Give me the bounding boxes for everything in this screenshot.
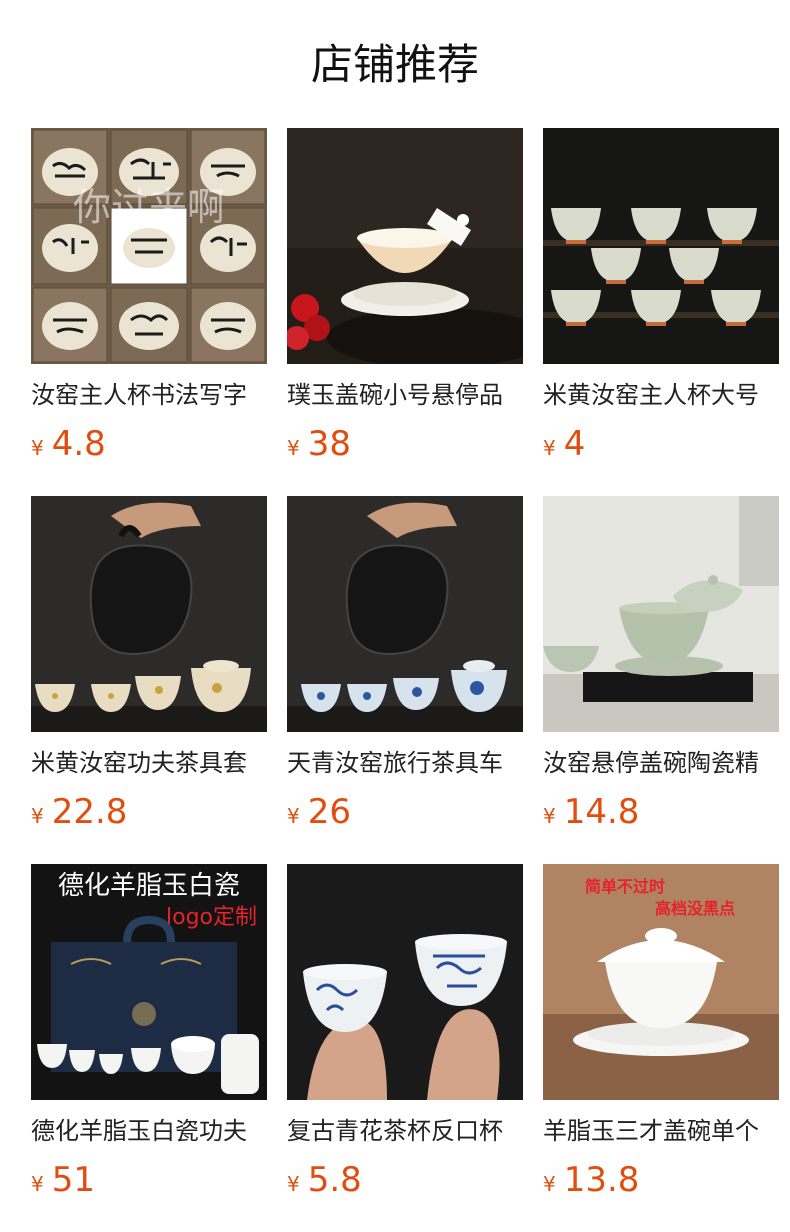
product-image-5[interactable] (287, 496, 523, 732)
promo-title-text: 德化羊脂玉白瓷 (58, 871, 240, 901)
price-symbol: ¥ (31, 436, 44, 460)
product-price-2: ¥38 (287, 422, 523, 466)
product-name-6[interactable]: 汝窑悬停盖碗陶瓷精 (543, 746, 779, 780)
product-card-7[interactable]: 德化羊脂玉白瓷 logo定制 德化羊脂玉白瓷功夫 ¥51 (31, 864, 267, 1202)
product-card-5[interactable]: 天青汝窑旅行茶具车 ¥26 (287, 496, 523, 834)
product-card-9[interactable]: 简单不过时 高档没黑点 羊脂玉三才盖碗单个 ¥13.8 (543, 864, 779, 1202)
price-symbol: ¥ (543, 436, 556, 460)
promo-logo-text: logo定制 (166, 905, 257, 930)
product-name-9[interactable]: 羊脂玉三才盖碗单个 (543, 1114, 779, 1148)
promo-line2-text: 高档没黑点 (655, 899, 735, 918)
price-symbol: ¥ (543, 804, 556, 828)
price-symbol: ¥ (287, 1172, 300, 1196)
shop-recommend-page: 店铺推荐 你过来啊 汝窑主人杯书法写字 ¥ 4.8 璞玉盖碗小号悬停品 ¥ 38… (0, 0, 790, 1232)
product-image-6[interactable] (543, 496, 779, 732)
price-value: 4.8 (51, 424, 106, 464)
product-image-3[interactable] (543, 128, 779, 364)
product-price-8: ¥5.8 (287, 1158, 523, 1202)
product-price-5: ¥26 (287, 790, 523, 834)
product-image-9[interactable]: 简单不过时 高档没黑点 (543, 864, 779, 1100)
product-price-3: ¥4 (543, 422, 779, 466)
product-price-4: ¥22.8 (31, 790, 267, 834)
product-name-4[interactable]: 米黄汝窑功夫茶具套 (31, 746, 267, 780)
product-card-2[interactable]: 璞玉盖碗小号悬停品 ¥38 (287, 128, 523, 466)
price-symbol: ¥ (287, 436, 300, 460)
product-image-2[interactable] (287, 128, 523, 364)
promo-line1-text: 简单不过时 (585, 877, 665, 896)
product-name-8[interactable]: 复古青花茶杯反口杯 (287, 1114, 523, 1148)
product-card-4[interactable]: 米黄汝窑功夫茶具套 ¥22.8 (31, 496, 267, 834)
price-value: 26 (307, 792, 351, 832)
product-price-7: ¥51 (31, 1158, 267, 1202)
price-value: 38 (307, 424, 351, 464)
product-name-2[interactable]: 璞玉盖碗小号悬停品 (287, 378, 523, 412)
product-name-7[interactable]: 德化羊脂玉白瓷功夫 (31, 1114, 267, 1148)
price-value: 51 (51, 1160, 95, 1200)
price-symbol: ¥ (31, 804, 44, 828)
price-value: 22.8 (51, 792, 128, 832)
page-title: 店铺推荐 (310, 40, 479, 89)
product-card-3[interactable]: 米黄汝窑主人杯大号 ¥4 (543, 128, 779, 466)
product-card-8[interactable]: 复古青花茶杯反口杯 ¥5.8 (287, 864, 523, 1202)
price-symbol: ¥ (287, 804, 300, 828)
product-image-8[interactable] (287, 864, 523, 1100)
product-name-5[interactable]: 天青汝窑旅行茶具车 (287, 746, 523, 780)
product-image-4[interactable] (31, 496, 267, 732)
price-symbol: ¥ (543, 1172, 556, 1196)
product-card-6[interactable]: 汝窑悬停盖碗陶瓷精 ¥14.8 (543, 496, 779, 834)
watermark-text: 你过来啊 (73, 185, 225, 229)
product-price-6: ¥14.8 (543, 790, 779, 834)
product-image-1[interactable]: 你过来啊 (31, 128, 267, 364)
price-value: 14.8 (563, 792, 640, 832)
product-price-9: ¥13.8 (543, 1158, 779, 1202)
product-name-1[interactable]: 汝窑主人杯书法写字 (31, 378, 267, 412)
price-symbol: ¥ (31, 1172, 44, 1196)
product-card-1[interactable]: 你过来啊 汝窑主人杯书法写字 ¥4.8 (31, 128, 267, 466)
product-name-3[interactable]: 米黄汝窑主人杯大号 (543, 378, 779, 412)
product-price-1: ¥4.8 (31, 422, 267, 466)
price-value: 5.8 (307, 1160, 362, 1200)
product-image-7[interactable]: 德化羊脂玉白瓷 logo定制 (31, 864, 267, 1100)
price-value: 4 (563, 424, 586, 464)
price-value: 13.8 (563, 1160, 640, 1200)
